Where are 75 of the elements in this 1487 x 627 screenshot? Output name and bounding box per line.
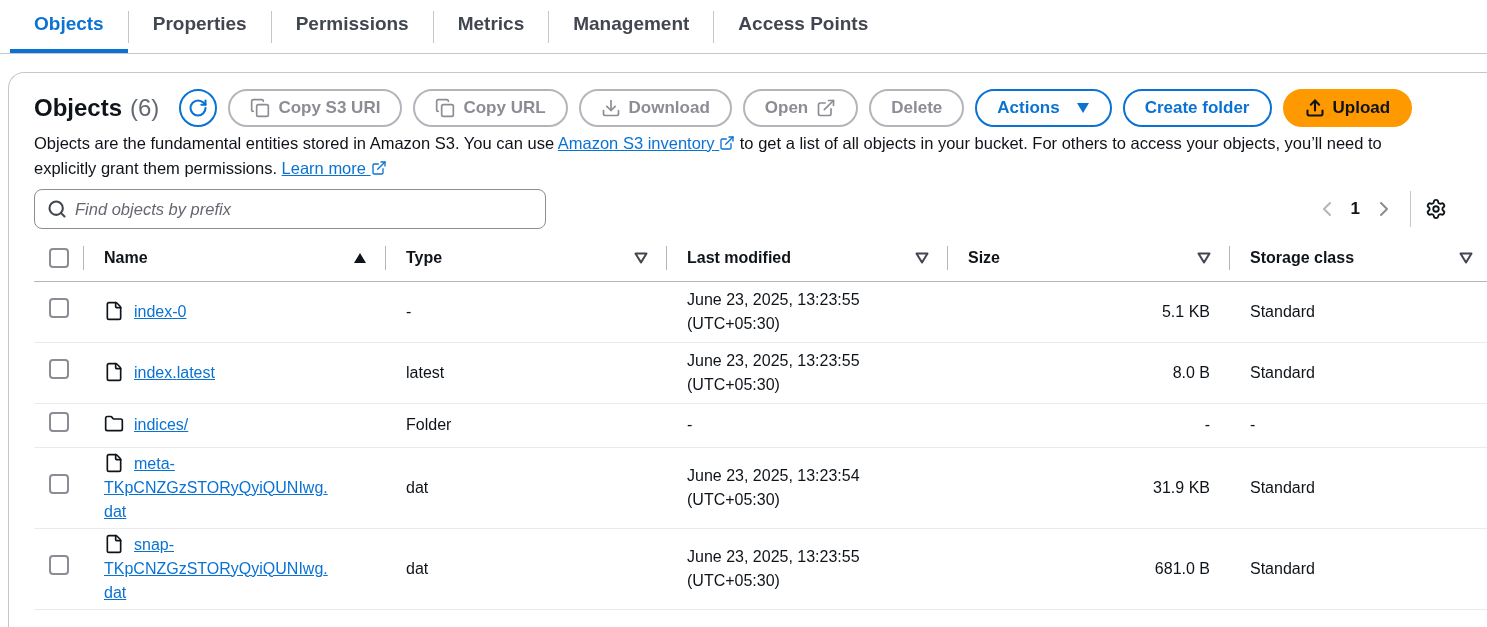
table-cell: Standard <box>1250 559 1315 577</box>
table-cell: Standard <box>1250 302 1315 320</box>
panel-title: Objects <box>34 93 123 123</box>
row-checkbox[interactable] <box>49 298 69 318</box>
sort-icon[interactable] <box>1459 251 1473 264</box>
table-cell: dat <box>406 559 429 577</box>
table-cell: - <box>1250 416 1256 433</box>
link[interactable]: Amazon S3 inventory <box>557 134 736 152</box>
column-header[interactable]: Size <box>968 245 1000 270</box>
table-cell: dat <box>406 478 429 496</box>
column-header[interactable]: Name <box>104 245 148 270</box>
object-count: (6) <box>130 93 160 123</box>
object-link[interactable]: index.latest <box>104 360 344 385</box>
settings-icon[interactable] <box>1425 198 1447 220</box>
file-icon <box>104 361 124 382</box>
tab[interactable]: Permissions <box>271 0 433 53</box>
table-cell: Folder <box>406 416 452 433</box>
column-header[interactable]: Storage class <box>1250 245 1355 270</box>
object-link[interactable]: meta-TKpCNZGzSTORyQyiQUNIwg.dat <box>104 451 344 524</box>
sort-icon[interactable] <box>915 251 929 264</box>
sort-ascending-icon[interactable] <box>353 251 367 264</box>
external-link-icon <box>370 160 387 176</box>
description-text: Objects are the fundamental entities stored in Amazon S3. You can use Amazon S3 inventory to get a list of all objects in your bucket. For others to access your objects, you’ll need to explicitly grant them permissions. Learn more <box>34 133 1383 179</box>
toolbar-button[interactable]: Create folder <box>1122 89 1272 127</box>
column-header[interactable]: Type <box>406 245 443 270</box>
tab[interactable]: Properties <box>128 0 271 53</box>
tab[interactable]: Metrics <box>433 0 549 53</box>
link[interactable]: Learn more <box>281 159 387 177</box>
copy-icon <box>435 98 456 118</box>
row-checkbox[interactable] <box>49 474 69 494</box>
table-cell: 31.9 KB <box>1153 478 1210 496</box>
file-icon <box>104 452 124 473</box>
table-cell-text: June 23, 2025, 13:23:55 (UTC+05:30) <box>687 546 861 591</box>
search-icon <box>47 199 67 219</box>
sort-icon[interactable] <box>634 251 648 264</box>
page-number[interactable]: 1 <box>1350 196 1360 222</box>
search-input[interactable]: Find objects by prefix <box>75 196 533 222</box>
refresh-icon <box>188 98 209 118</box>
tab[interactable]: Objects <box>10 0 128 53</box>
table-cell: latest <box>406 363 445 381</box>
object-link[interactable]: snap-TKpCNZGzSTORyQyiQUNIwg.dat <box>104 532 344 605</box>
object-link[interactable]: indices/ <box>104 413 344 437</box>
table-cell-text: June 23, 2025, 13:23:55 (UTC+05:30) <box>687 289 861 334</box>
search-field[interactable]: Find objects by prefix <box>34 189 546 229</box>
row-checkbox[interactable] <box>49 359 69 379</box>
table-cell: 5.1 KB <box>1161 302 1210 320</box>
table-cell: Standard <box>1250 478 1315 496</box>
table-cell-text: June 23, 2025, 13:23:54 (UTC+05:30) <box>687 465 861 510</box>
tab[interactable]: Access Points <box>714 0 893 53</box>
external-link-icon <box>816 98 837 118</box>
toolbar-button[interactable]: Actions <box>975 89 1112 127</box>
table-cell-text: - <box>687 415 694 435</box>
download-icon <box>600 98 621 118</box>
row-checkbox[interactable] <box>49 411 69 432</box>
tab[interactable]: Management <box>549 0 714 53</box>
upload-icon <box>1304 98 1325 118</box>
column-header[interactable]: Last modified <box>687 245 791 270</box>
file-icon <box>104 533 124 554</box>
table-cell: 681.0 B <box>1154 559 1210 577</box>
sort-icon[interactable] <box>1197 251 1211 264</box>
caret-icon <box>1075 102 1090 114</box>
folder-icon <box>104 414 124 434</box>
table-cell: 8.0 B <box>1172 363 1210 381</box>
object-link[interactable]: index-0 <box>104 299 344 324</box>
table-cell-text: June 23, 2025, 13:23:55 (UTC+05:30) <box>687 350 861 395</box>
copy-icon <box>250 98 271 118</box>
table-cell: - <box>406 302 412 320</box>
select-all-checkbox[interactable] <box>49 247 69 268</box>
toolbar-button[interactable]: Upload <box>1282 89 1413 127</box>
external-link-icon <box>719 135 736 151</box>
row-checkbox[interactable] <box>49 555 69 575</box>
refresh-button[interactable] <box>179 89 218 127</box>
file-icon <box>104 300 124 321</box>
table-cell: - <box>1204 416 1210 433</box>
table-cell: Standard <box>1250 363 1315 381</box>
